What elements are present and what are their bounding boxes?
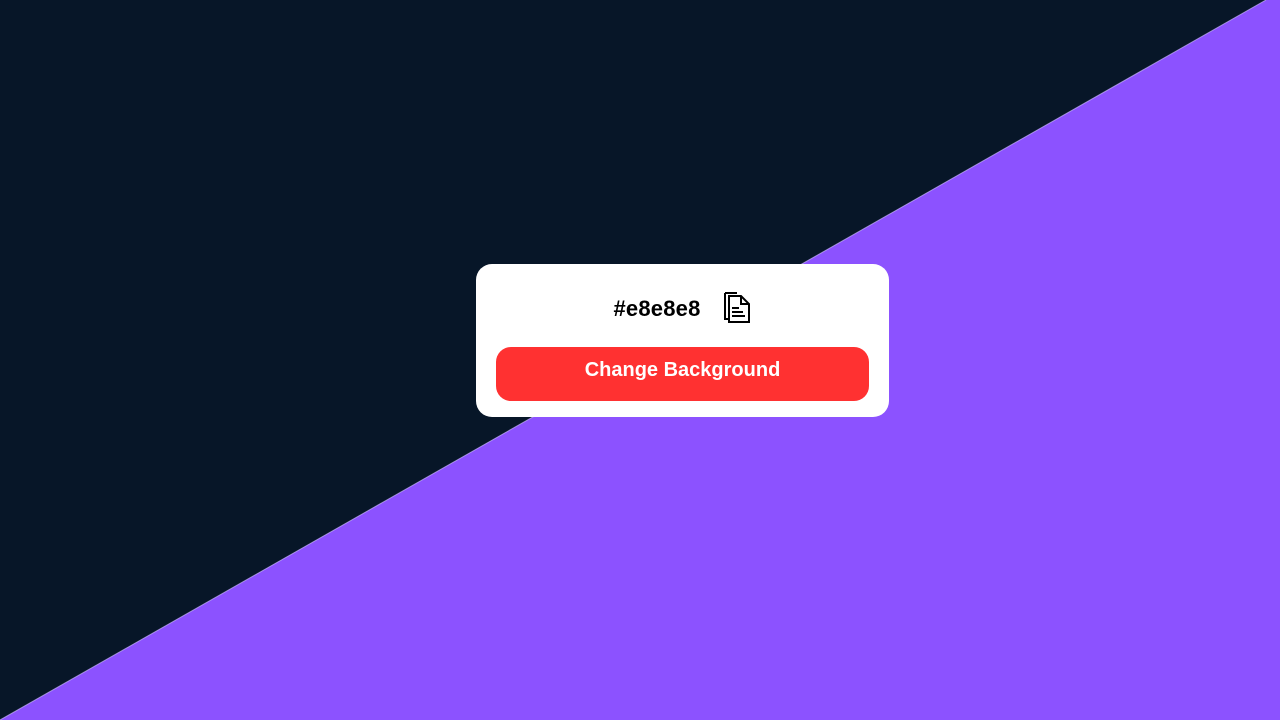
copy-button[interactable] bbox=[722, 291, 752, 327]
change-background-button[interactable]: Change Background bbox=[496, 347, 869, 401]
color-code-row: #e8e8e8 bbox=[476, 291, 889, 327]
copy-icon bbox=[723, 291, 751, 327]
color-card: #e8e8e8 Change Background bbox=[476, 264, 889, 417]
color-code-text: #e8e8e8 bbox=[613, 296, 701, 321]
